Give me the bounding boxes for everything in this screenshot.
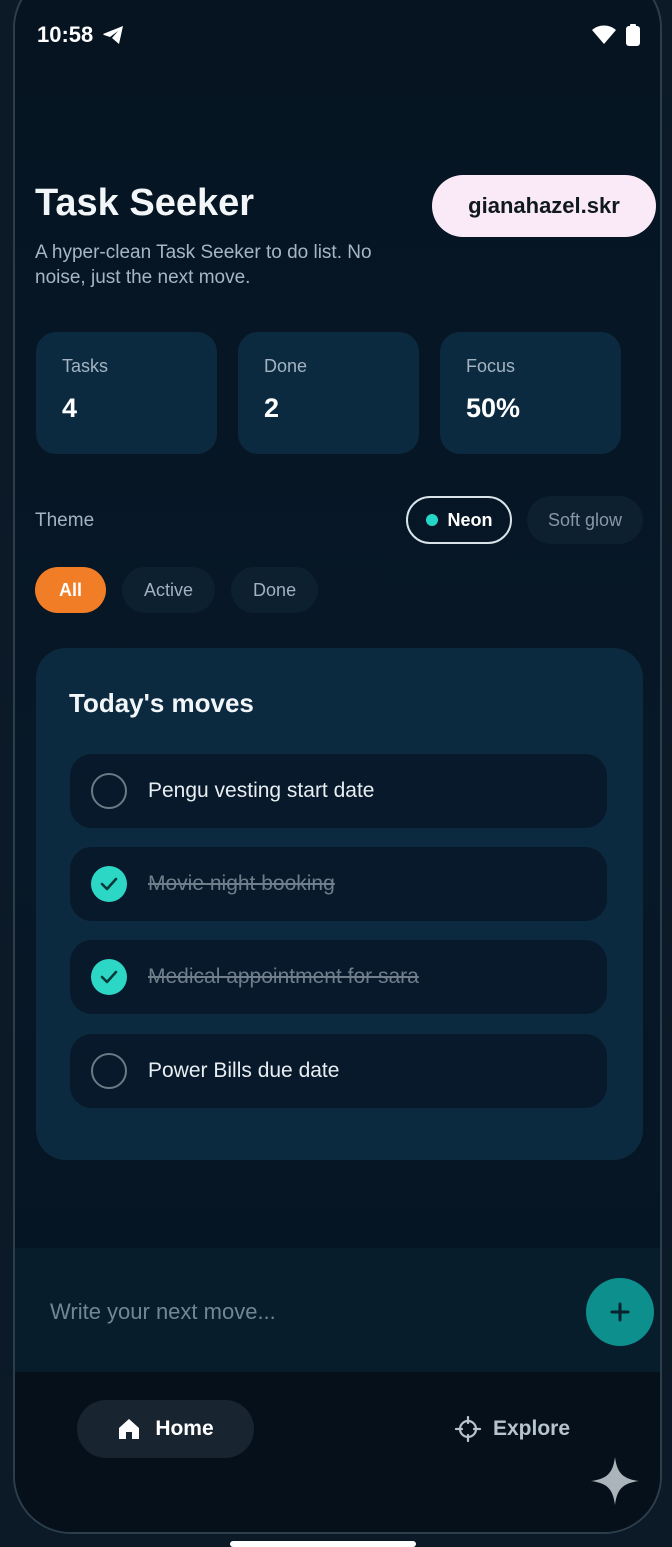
user-chip[interactable]: gianahazel.skr: [432, 175, 656, 237]
sparkle-icon: [591, 1457, 639, 1505]
stat-card-tasks: Tasks 4: [36, 332, 217, 454]
stat-card-done: Done 2: [238, 332, 419, 454]
filter-active[interactable]: Active: [122, 567, 216, 613]
task-text: Power Bills due date: [148, 1059, 340, 1082]
stat-value: 2: [264, 393, 280, 423]
theme-option-soft-glow[interactable]: Soft glow: [527, 496, 643, 544]
crosshair-icon: [455, 1416, 481, 1442]
task-text: Pengu vesting start date: [148, 779, 375, 802]
nav-home[interactable]: Home: [77, 1400, 254, 1458]
battery-icon: [626, 24, 640, 46]
telegram-icon: [103, 26, 124, 44]
checkbox-unchecked-icon[interactable]: [91, 773, 127, 809]
checkbox-checked-icon[interactable]: [91, 959, 127, 995]
page-title: Task Seeker: [35, 182, 255, 224]
tasks-card-title: Today's moves: [69, 688, 254, 718]
compose-bar: [15, 1248, 660, 1372]
stat-value: 50%: [466, 393, 521, 423]
bottom-nav: Home Explore: [15, 1372, 660, 1532]
stat-value: 4: [62, 393, 78, 423]
theme-label: Theme: [35, 510, 95, 531]
checkbox-unchecked-icon[interactable]: [91, 1053, 127, 1089]
status-bar: 10:58: [37, 20, 640, 50]
selected-dot-icon: [425, 514, 438, 526]
page-subtitle: A hyper-clean Task Seeker to do list. No…: [35, 242, 372, 288]
nav-home-label: Home: [155, 1417, 214, 1440]
nav-explore[interactable]: Explore: [455, 1400, 570, 1458]
filter-tabs: All Active Done: [35, 567, 319, 613]
nav-explore-label: Explore: [493, 1417, 571, 1440]
phone-frame: 10:58 Task Seeker A hyper-clean Task See…: [13, 0, 662, 1534]
stat-label: Focus: [466, 356, 516, 376]
stats-row: Tasks 4 Done 2 Focus 50%: [36, 332, 621, 454]
task-item[interactable]: Pengu vesting start date: [70, 754, 607, 828]
theme-option-neon[interactable]: Neon: [406, 496, 512, 544]
task-item[interactable]: Movie night booking: [70, 847, 607, 921]
home-indicator: [230, 1541, 416, 1547]
task-text: Movie night booking: [148, 872, 335, 895]
new-task-input[interactable]: [48, 1286, 552, 1338]
plus-icon: [610, 1302, 630, 1322]
wifi-icon: [592, 25, 616, 44]
theme-option-label: Neon: [447, 509, 493, 530]
add-task-button[interactable]: [586, 1278, 654, 1346]
stat-label: Tasks: [62, 356, 109, 376]
status-time: 10:58: [37, 22, 94, 47]
task-text: Medical appointment for sara: [148, 965, 419, 988]
stat-card-focus: Focus 50%: [440, 332, 621, 454]
filter-done[interactable]: Done: [231, 567, 319, 613]
app-screen: 10:58 Task Seeker A hyper-clean Task See…: [15, 0, 660, 1532]
checkbox-checked-icon[interactable]: [91, 866, 127, 902]
task-item[interactable]: Medical appointment for sara: [70, 940, 607, 1014]
tasks-card: Today's moves Pengu vesting start date M…: [36, 648, 643, 1160]
filter-all[interactable]: All: [35, 567, 107, 613]
task-item[interactable]: Power Bills due date: [70, 1034, 607, 1108]
stat-label: Done: [264, 356, 308, 376]
home-icon: [119, 1419, 140, 1439]
